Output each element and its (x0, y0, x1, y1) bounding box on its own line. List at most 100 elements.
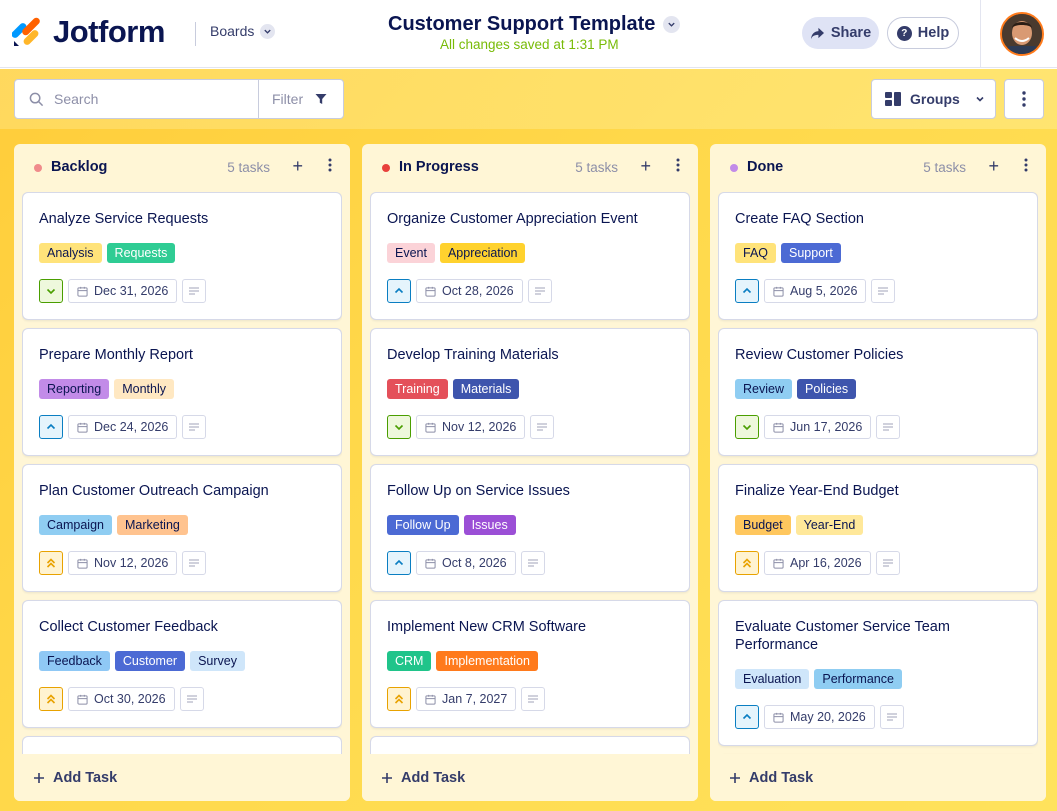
task-tag: Campaign (39, 515, 112, 535)
add-task-button[interactable]: Add Task (710, 754, 1046, 801)
due-date[interactable]: Dec 24, 2026 (68, 415, 178, 439)
calendar-icon (77, 422, 88, 433)
task-meta: Nov 12, 2026 (39, 551, 207, 575)
due-date[interactable]: Aug 5, 2026 (764, 279, 867, 303)
column-kebab-menu-icon[interactable] (1024, 158, 1028, 177)
column-title[interactable]: Backlog (51, 159, 107, 175)
task-card[interactable]: Develop Training Materials Training Materi… (370, 328, 690, 456)
task-card[interactable]: Prepare Monthly Report Reporting Monthly De… (22, 328, 342, 456)
task-card[interactable]: Create FAQ Section FAQ Support Aug 5, 2026 (718, 192, 1038, 320)
priority-low-icon[interactable] (735, 415, 759, 439)
search-box[interactable] (14, 79, 259, 119)
task-card-partial[interactable] (22, 736, 342, 754)
calendar-icon (77, 286, 88, 297)
chevron-down-icon (260, 23, 276, 39)
boards-dropdown[interactable]: Boards (210, 23, 276, 39)
due-date[interactable]: May 20, 2026 (764, 705, 875, 729)
task-title: Evaluate Customer Service Team Performan… (735, 619, 950, 653)
due-date[interactable]: Dec 31, 2026 (68, 279, 178, 303)
search-input[interactable] (54, 91, 234, 107)
priority-medium-icon[interactable] (387, 551, 411, 575)
description-lines-icon[interactable] (871, 279, 896, 303)
description-lines-icon[interactable] (875, 551, 900, 575)
calendar-icon (77, 694, 88, 705)
add-task-button[interactable]: Add Task (14, 754, 350, 801)
due-date[interactable]: Jun 17, 2026 (764, 415, 872, 439)
column-title[interactable]: In Progress (399, 159, 479, 175)
priority-medium-icon[interactable] (39, 415, 63, 439)
share-button[interactable]: Share (802, 17, 879, 49)
description-lines-icon[interactable] (520, 551, 545, 575)
task-tags: Analysis Requests (39, 243, 176, 263)
priority-high-icon[interactable] (387, 687, 411, 711)
column-header: In Progress 5 tasks + (362, 144, 698, 192)
filter-button[interactable]: Filter (258, 79, 344, 119)
help-button[interactable]: ? Help (887, 17, 959, 49)
task-card[interactable]: Finalize Year-End Budget Budget Year-End Ap… (718, 464, 1038, 592)
due-date[interactable]: Oct 30, 2026 (68, 687, 175, 711)
add-task-button[interactable]: Add Task (362, 754, 698, 801)
priority-high-icon[interactable] (39, 687, 63, 711)
groups-dropdown[interactable]: Groups (871, 79, 996, 119)
task-card[interactable]: Plan Customer Outreach Campaign Campaign M… (22, 464, 342, 592)
kebab-menu-icon (1022, 91, 1026, 107)
calendar-icon (425, 558, 436, 569)
task-card[interactable]: Analyze Service Requests Analysis Requests… (22, 192, 342, 320)
calendar-icon (77, 558, 88, 569)
task-title: Develop Training Materials (387, 347, 559, 363)
task-tags: Review Policies (735, 379, 857, 399)
column-kebab-menu-icon[interactable] (676, 158, 680, 177)
task-meta: Apr 16, 2026 (735, 551, 900, 575)
task-tag: Appreciation (439, 243, 526, 263)
board-column-done: Done 5 tasks + Create FAQ Section FAQ Supp… (710, 144, 1046, 801)
description-lines-icon[interactable] (182, 415, 207, 439)
priority-high-icon[interactable] (735, 551, 759, 575)
add-task-label: Add Task (401, 769, 466, 786)
due-date[interactable]: Jan 7, 2027 (416, 687, 517, 711)
title-chevron-down-icon[interactable] (663, 15, 681, 33)
jotform-logo[interactable]: Jotform (12, 14, 165, 50)
task-meta: Oct 28, 2026 (387, 279, 552, 303)
due-date[interactable]: Oct 8, 2026 (416, 551, 516, 575)
priority-low-icon[interactable] (387, 415, 411, 439)
task-card[interactable]: Review Customer Policies Review Policies Ju… (718, 328, 1038, 456)
due-date[interactable]: Apr 16, 2026 (764, 551, 871, 575)
priority-low-icon[interactable] (39, 279, 63, 303)
description-lines-icon[interactable] (876, 415, 901, 439)
priority-medium-icon[interactable] (735, 279, 759, 303)
description-lines-icon[interactable] (182, 279, 207, 303)
avatar[interactable] (1000, 12, 1044, 56)
task-card[interactable]: Collect Customer Feedback Feedback Custome… (22, 600, 342, 728)
description-lines-icon[interactable] (521, 687, 546, 711)
column-status-dot (382, 164, 390, 172)
card-list: Analyze Service Requests Analysis Requests… (22, 192, 342, 754)
task-meta: Dec 31, 2026 (39, 279, 207, 303)
page-title[interactable]: Customer Support Template (388, 12, 655, 36)
description-lines-icon[interactable] (530, 415, 555, 439)
column-add-icon[interactable]: + (988, 157, 999, 175)
column-title[interactable]: Done (747, 159, 783, 175)
description-lines-icon[interactable] (182, 551, 207, 575)
priority-medium-icon[interactable] (387, 279, 411, 303)
task-card[interactable]: Organize Customer Appreciation Event Even… (370, 192, 690, 320)
description-lines-icon[interactable] (179, 687, 204, 711)
description-lines-icon[interactable] (879, 705, 904, 729)
task-card-partial[interactable] (370, 736, 690, 754)
priority-medium-icon[interactable] (735, 705, 759, 729)
due-date-text: Aug 5, 2026 (790, 284, 858, 298)
priority-high-icon[interactable] (39, 551, 63, 575)
column-add-icon[interactable]: + (640, 157, 651, 175)
user-avatar-image (1002, 14, 1042, 54)
description-lines-icon[interactable] (527, 279, 552, 303)
more-options-button[interactable] (1004, 79, 1044, 119)
due-date[interactable]: Nov 12, 2026 (416, 415, 526, 439)
column-kebab-menu-icon[interactable] (328, 158, 332, 177)
column-add-icon[interactable]: + (292, 157, 303, 175)
plus-icon (730, 772, 740, 783)
due-date[interactable]: Oct 28, 2026 (416, 279, 523, 303)
task-card[interactable]: Implement New CRM Software CRM Implementat… (370, 600, 690, 728)
task-card[interactable]: Follow Up on Service Issues Follow Up Issu… (370, 464, 690, 592)
due-date[interactable]: Nov 12, 2026 (68, 551, 178, 575)
task-card[interactable]: Evaluate Customer Service Team Performan… (718, 600, 1038, 746)
task-meta: Dec 24, 2026 (39, 415, 207, 439)
